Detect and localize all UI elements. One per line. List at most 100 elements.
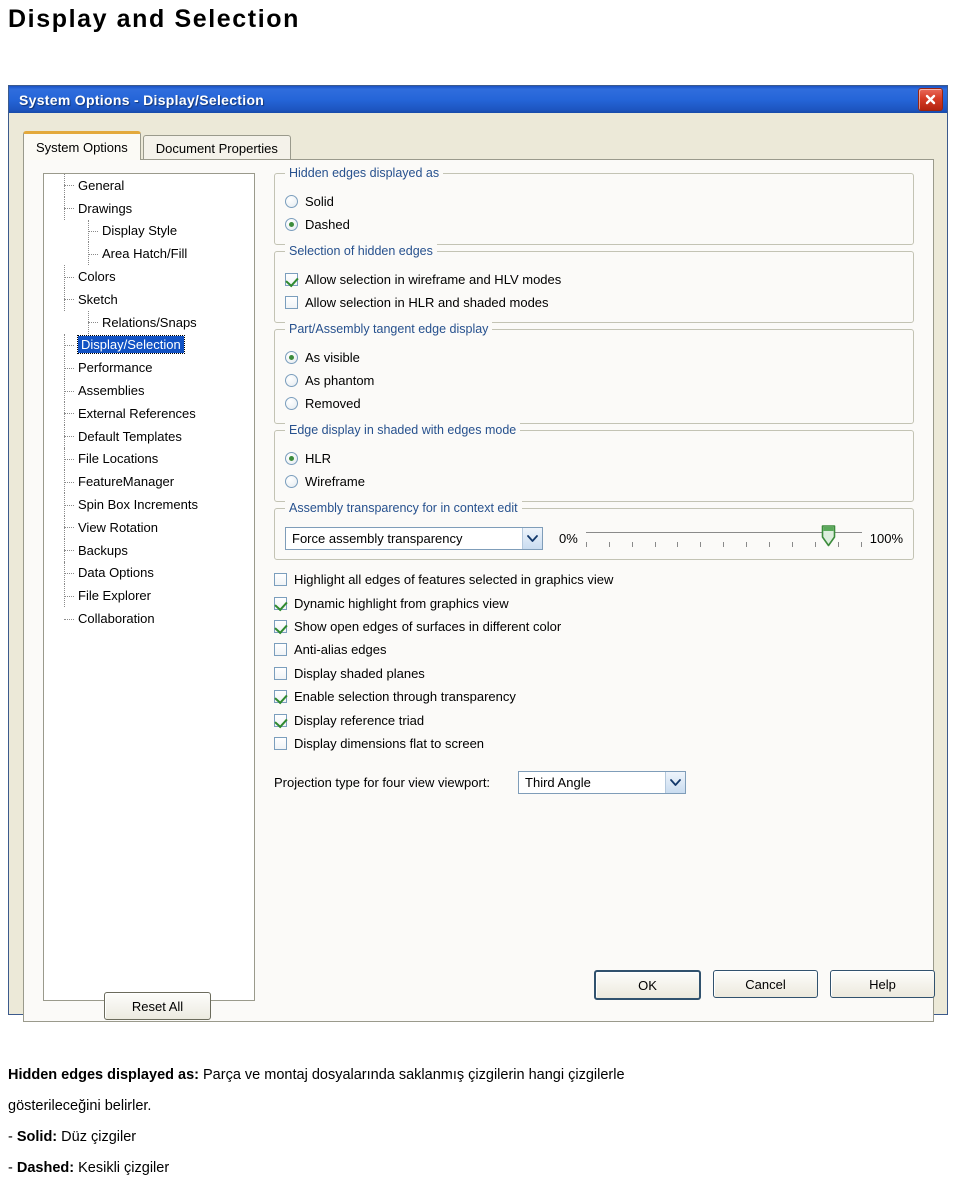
page-title: Display and Selection xyxy=(8,5,301,33)
tab-system-options[interactable]: System Options xyxy=(23,131,141,160)
tab-document-properties-label: Document Properties xyxy=(155,140,278,156)
checkbox-icon xyxy=(274,736,287,750)
slider-thumb[interactable] xyxy=(821,525,836,547)
checkbox-dynamic-highlight[interactable]: Dynamic highlight from graphics view xyxy=(274,591,914,614)
options-tree[interactable]: General Drawings Display Style Area Hatc… xyxy=(43,173,255,1001)
options-pane: Hidden edges displayed as Solid Dashed S… xyxy=(274,166,914,795)
tree-item-label: Performance xyxy=(78,360,153,376)
tree-item-file-locations[interactable]: File Locations xyxy=(44,447,254,471)
help-label: Help xyxy=(869,976,896,992)
tree-item-drawings[interactable]: Drawings xyxy=(44,196,254,220)
tree-item-label: External References xyxy=(78,405,196,421)
tree-item-external-references[interactable]: External References xyxy=(44,401,254,425)
checkbox-display-dimensions-flat[interactable]: Display dimensions flat to screen xyxy=(274,732,914,755)
help-button[interactable]: Help xyxy=(830,970,935,998)
tree-item-view-rotation[interactable]: View Rotation xyxy=(44,515,254,539)
radio-label: Dashed xyxy=(305,217,350,232)
assembly-transparency-row: Force assembly transparency 0% 100% xyxy=(285,525,903,551)
group-legend: Edge display in shaded with edges mode xyxy=(285,423,521,437)
checkbox-label: Display dimensions flat to screen xyxy=(294,735,485,751)
projection-type-dropdown[interactable]: Third Angle xyxy=(518,771,687,795)
radio-label: HLR xyxy=(305,451,332,466)
tree-item-assemblies[interactable]: Assemblies xyxy=(44,379,254,402)
checkbox-checked-icon xyxy=(274,596,287,610)
tree-item-label: Colors xyxy=(78,269,116,285)
radio-hidden-edges-solid[interactable]: Solid xyxy=(285,190,903,213)
slider-track-area[interactable] xyxy=(585,525,862,551)
checkbox-allow-selection-hlr-shaded[interactable]: Allow selection in HLR and shaded modes xyxy=(285,291,903,314)
dialog-content-panel: General Drawings Display Style Area Hatc… xyxy=(23,159,934,1022)
assembly-transparency-dropdown[interactable]: Force assembly transparency xyxy=(285,526,543,550)
tree-item-performance[interactable]: Performance xyxy=(44,356,254,380)
radio-label: Removed xyxy=(305,396,361,411)
slider-min-label: 0% xyxy=(559,530,578,546)
group-tangent-edge-display: Part/Assembly tangent edge display As vi… xyxy=(274,322,914,424)
caption-solid-desc: Düz çizgiler xyxy=(57,1129,137,1145)
tree-item-label: FeatureManager xyxy=(78,474,175,490)
chevron-down-icon[interactable] xyxy=(522,527,542,549)
radio-icon xyxy=(285,475,298,488)
reset-all-button[interactable]: Reset All xyxy=(104,992,211,1020)
tree-item-display-selection[interactable]: Display/Selection xyxy=(44,333,254,357)
tree-item-display-style[interactable]: Display Style xyxy=(44,219,254,243)
assembly-transparency-slider[interactable]: 0% 100% xyxy=(559,525,903,551)
tree-item-sketch[interactable]: Sketch xyxy=(44,287,254,311)
tree-item-backups[interactable]: Backups xyxy=(44,538,254,562)
tree-item-spin-box-increments[interactable]: Spin Box Increments xyxy=(44,493,254,516)
checkbox-icon xyxy=(274,643,287,657)
radio-hidden-edges-dashed[interactable]: Dashed xyxy=(285,213,903,236)
checkbox-show-open-edges[interactable]: Show open edges of surfaces in different… xyxy=(274,615,914,638)
tree-item-label: File Explorer xyxy=(78,588,151,604)
ok-button[interactable]: OK xyxy=(594,970,701,1000)
tree-item-featuremanager[interactable]: FeatureManager xyxy=(44,470,254,494)
radio-selected-icon xyxy=(285,351,298,364)
chevron-down-icon[interactable] xyxy=(665,772,686,794)
tree-item-data-options[interactable]: Data Options xyxy=(44,561,254,585)
tree-item-relations-snaps[interactable]: Relations/Snaps xyxy=(44,310,254,334)
checkbox-icon xyxy=(274,666,287,680)
radio-tangent-as-phantom[interactable]: As phantom xyxy=(285,369,903,392)
close-icon[interactable] xyxy=(918,88,943,111)
checkbox-display-shaded-planes[interactable]: Display shaded planes xyxy=(274,662,914,685)
assembly-transparency-value: Force assembly transparency xyxy=(292,530,463,546)
tree-item-collaboration[interactable]: Collaboration xyxy=(44,607,254,630)
caption-dashed-desc: Kesikli çizgiler xyxy=(74,1160,170,1176)
checkbox-allow-selection-wireframe-hlv[interactable]: Allow selection in wireframe and HLV mod… xyxy=(285,268,903,291)
slider-max-label: 100% xyxy=(869,530,903,546)
checkbox-label: Dynamic highlight from graphics view xyxy=(294,595,509,611)
tree-item-label: Assemblies xyxy=(78,383,145,399)
checkbox-enable-selection-through-transparency[interactable]: Enable selection through transparency xyxy=(274,685,914,708)
radio-tangent-removed[interactable]: Removed xyxy=(285,392,903,415)
tree-item-label: Data Options xyxy=(78,565,154,581)
checkbox-highlight-all-edges[interactable]: Highlight all edges of features selected… xyxy=(274,568,914,591)
radio-edge-display-hlr[interactable]: HLR xyxy=(285,447,903,470)
dialog-titlebar: System Options - Display/Selection xyxy=(9,86,947,113)
checkbox-anti-alias-edges[interactable]: Anti-alias edges xyxy=(274,638,914,661)
tree-item-file-explorer[interactable]: File Explorer xyxy=(44,584,254,608)
radio-label: As visible xyxy=(305,350,360,365)
checkbox-label: Display shaded planes xyxy=(294,665,425,681)
checkbox-checked-icon xyxy=(274,713,287,727)
projection-type-label: Projection type for four view viewport: xyxy=(274,775,491,791)
cancel-button[interactable]: Cancel xyxy=(713,970,818,998)
radio-edge-display-wireframe[interactable]: Wireframe xyxy=(285,470,903,493)
checkbox-label: Allow selection in wireframe and HLV mod… xyxy=(305,272,562,287)
cancel-label: Cancel xyxy=(745,976,786,992)
tree-item-general[interactable]: General xyxy=(44,174,254,197)
caption-term-dashed: Dashed: xyxy=(16,1160,75,1176)
group-edge-display-shaded: Edge display in shaded with edges mode H… xyxy=(274,423,914,502)
checkbox-display-reference-triad[interactable]: Display reference triad xyxy=(274,708,914,731)
checkbox-checked-icon xyxy=(274,690,287,704)
dialog-title-page: Display/Selection xyxy=(143,91,265,108)
radio-icon xyxy=(285,374,298,387)
tree-item-label: View Rotation xyxy=(78,519,158,535)
tree-item-colors[interactable]: Colors xyxy=(44,265,254,288)
checkbox-label: Enable selection through transparency xyxy=(294,689,516,705)
caption-bullet-dashed: - Dashed: Kesikli çizgiler xyxy=(8,1153,952,1184)
tab-document-properties[interactable]: Document Properties xyxy=(142,135,291,160)
group-legend: Selection of hidden edges xyxy=(285,244,437,258)
tree-item-area-hatch-fill[interactable]: Area Hatch/Fill xyxy=(44,242,254,266)
tree-item-label: Relations/Snaps xyxy=(102,314,197,330)
tree-item-default-templates[interactable]: Default Templates xyxy=(44,424,254,448)
radio-tangent-as-visible[interactable]: As visible xyxy=(285,346,903,369)
